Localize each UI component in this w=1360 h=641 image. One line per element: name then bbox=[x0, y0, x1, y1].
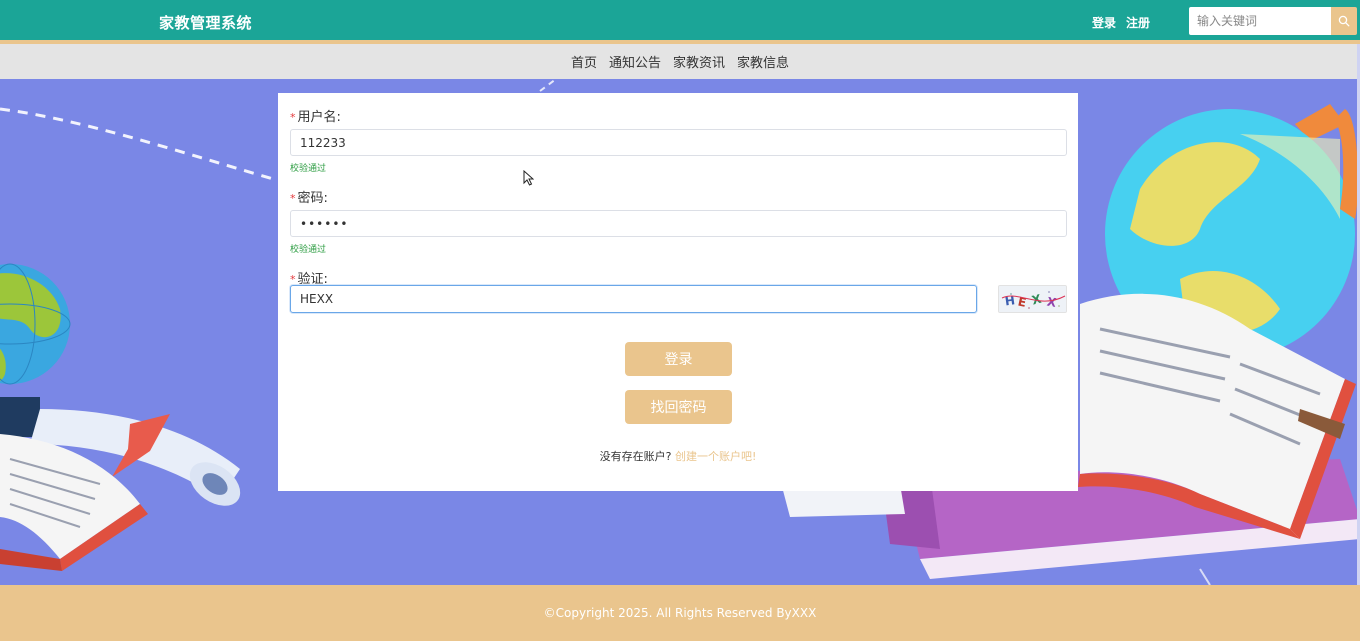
login-panel: * 用户名: 112233 校验通过 * 密码: •••••• 校验通过 * 验证: … bbox=[278, 93, 1078, 491]
page-footer: ©Copyright 2025. All Rights Reserved ByX… bbox=[0, 585, 1360, 641]
left-globe bbox=[0, 263, 71, 385]
nav-item-home[interactable]: 首页 bbox=[565, 52, 603, 71]
captcha-picture: H E X X bbox=[999, 286, 1066, 312]
username-hint: 校验通过 bbox=[290, 164, 327, 174]
captcha-char: H bbox=[1004, 293, 1016, 308]
username-label: * 用户名: bbox=[290, 110, 341, 125]
create-account-link[interactable]: 创建一个账户吧! bbox=[675, 450, 756, 463]
password-field[interactable]: •••••• bbox=[290, 210, 1067, 237]
password-hint: 校验通过 bbox=[290, 245, 327, 255]
nav-item-notices[interactable]: 通知公告 bbox=[603, 52, 667, 71]
no-account-text: 没有存在账户? bbox=[599, 450, 672, 463]
nav-item-tutor-info[interactable]: 家教信息 bbox=[731, 52, 795, 71]
search-box bbox=[1189, 7, 1357, 35]
nav-item-news[interactable]: 家教资讯 bbox=[667, 52, 731, 71]
search-input[interactable] bbox=[1189, 7, 1331, 35]
login-link[interactable]: 登录 bbox=[1092, 14, 1116, 31]
copyright-text: ©Copyright 2025. All Rights Reserved ByX… bbox=[543, 606, 817, 620]
register-link[interactable]: 注册 bbox=[1126, 14, 1150, 31]
recover-password-button[interactable]: 找回密码 bbox=[625, 390, 732, 424]
signup-prompt: 没有存在账户? 创建一个账户吧! bbox=[278, 448, 1078, 464]
mouse-cursor-icon bbox=[523, 170, 534, 186]
password-label: * 密码: bbox=[290, 191, 328, 206]
username-field[interactable]: 112233 bbox=[290, 129, 1067, 156]
search-button[interactable] bbox=[1331, 7, 1357, 35]
login-button[interactable]: 登录 bbox=[625, 342, 732, 376]
header-bar: 家教管理系统 登录 注册 bbox=[0, 0, 1360, 40]
search-icon bbox=[1338, 15, 1350, 27]
captcha-image[interactable]: H E X X bbox=[998, 285, 1067, 313]
captcha-input[interactable]: HEXX bbox=[290, 285, 977, 313]
main-nav: 首页 通知公告 家教资讯 家教信息 bbox=[0, 44, 1360, 79]
site-brand[interactable]: 家教管理系统 bbox=[159, 12, 252, 33]
